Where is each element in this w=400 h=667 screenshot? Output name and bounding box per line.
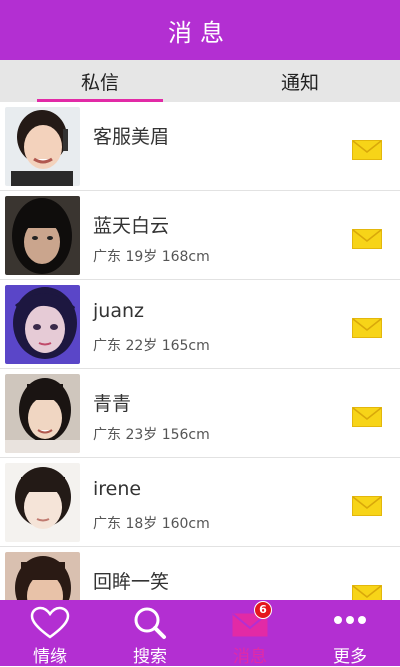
- tabbar-item-search[interactable]: 搜索: [100, 600, 200, 667]
- contact-info: 广东 22岁 165cm: [93, 338, 210, 354]
- tabbar-label: 消息: [233, 647, 267, 667]
- more-icon: [334, 616, 366, 624]
- list-item[interactable]: 青青 广东 23岁 156cm: [0, 369, 400, 458]
- page-title: 消息: [168, 18, 232, 47]
- tab-notifications[interactable]: 通知: [200, 60, 400, 102]
- avatar: [5, 285, 80, 364]
- avatar: [5, 552, 80, 600]
- avatar: [5, 196, 80, 275]
- contact-name: 青青: [93, 393, 132, 415]
- contact-name: 客服美眉: [93, 126, 170, 148]
- contact-info: 广东 18岁 160cm: [93, 516, 210, 532]
- avatar: [5, 107, 80, 186]
- contact-name: 蓝天白云: [93, 215, 170, 237]
- mail-icon[interactable]: [352, 585, 382, 600]
- search-icon: [134, 607, 166, 639]
- tabbar-label: 情缘: [33, 647, 67, 667]
- list-item[interactable]: 回眸一笑: [0, 547, 400, 600]
- tab-private-messages[interactable]: 私信: [0, 60, 200, 102]
- tab-label: 私信: [80, 71, 119, 94]
- list-item[interactable]: 客服美眉: [0, 102, 400, 191]
- list-item[interactable]: irene 广东 18岁 160cm: [0, 458, 400, 547]
- mail-icon[interactable]: [352, 496, 382, 516]
- mail-icon[interactable]: [352, 318, 382, 338]
- tabbar-item-messages[interactable]: 消息: [200, 600, 300, 667]
- tab-label: 通知: [280, 71, 319, 94]
- message-list[interactable]: 客服美眉 蓝天白云 广东 19岁 168cm juanz 广东 22岁 165c…: [0, 102, 400, 600]
- contact-name: irene: [93, 478, 142, 500]
- message-tabs: 私信 通知: [0, 60, 400, 102]
- contact-name: juanz: [93, 300, 144, 322]
- list-item[interactable]: juanz 广东 22岁 165cm: [0, 280, 400, 369]
- tabbar-label: 搜索: [133, 647, 167, 667]
- mail-icon[interactable]: [352, 140, 382, 160]
- heart-icon: [30, 606, 70, 639]
- avatar: [5, 463, 80, 542]
- tabbar-item-more[interactable]: 更多: [300, 600, 400, 667]
- mail-icon[interactable]: [352, 407, 382, 427]
- contact-info: 广东 19岁 168cm: [93, 249, 210, 265]
- contact-info: 广东 23岁 156cm: [93, 427, 210, 443]
- unread-badge: 6: [254, 601, 272, 619]
- tabbar-item-qingyuan[interactable]: 情缘: [0, 600, 100, 667]
- top-bar: 消息: [0, 0, 400, 60]
- avatar: [5, 374, 80, 453]
- mail-icon[interactable]: [352, 229, 382, 249]
- tabbar-label: 更多: [333, 647, 367, 667]
- contact-name: 回眸一笑: [93, 571, 170, 593]
- bottom-tab-bar: 情缘 搜索 消息 更多: [0, 600, 400, 667]
- list-item[interactable]: 蓝天白云 广东 19岁 168cm: [0, 191, 400, 280]
